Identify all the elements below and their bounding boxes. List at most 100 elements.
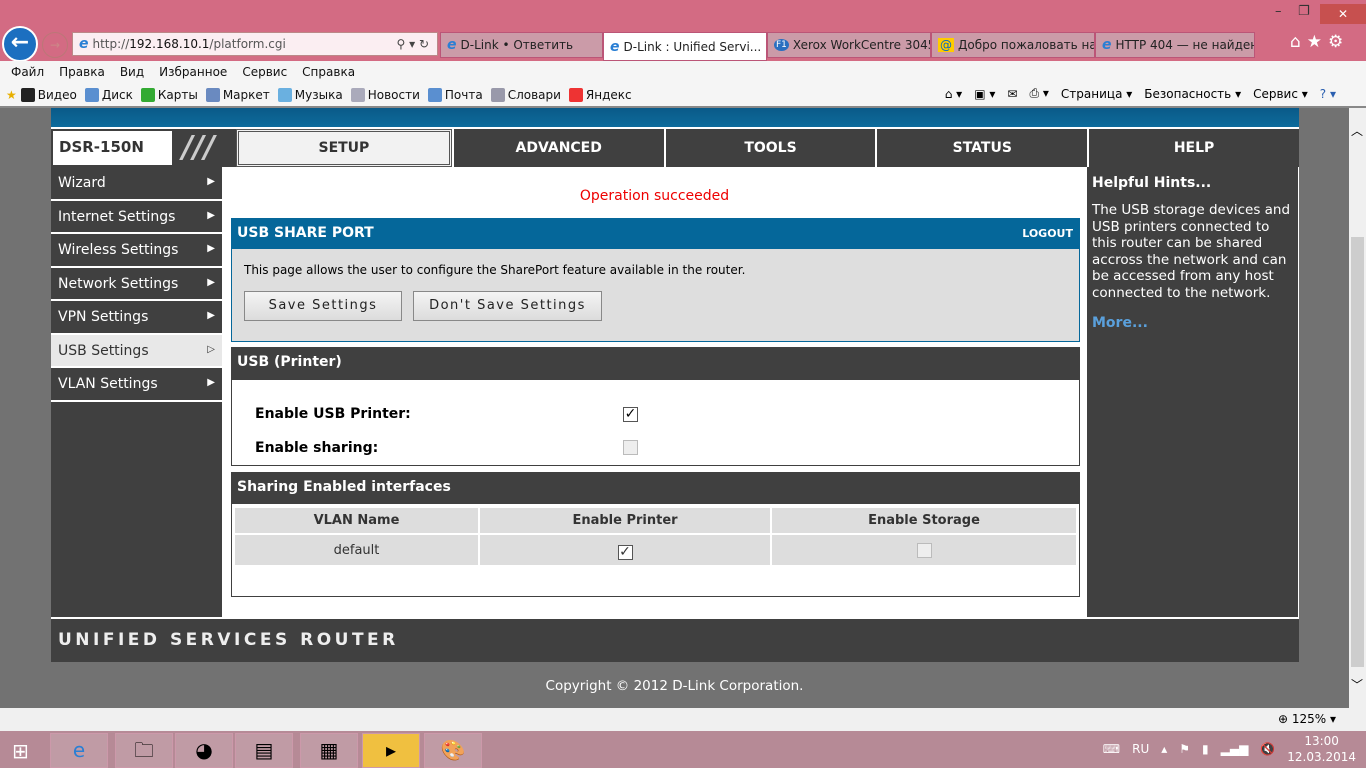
- model-logo: DSR-150N///: [51, 129, 236, 167]
- scroll-down-icon[interactable]: ﹀: [1351, 676, 1363, 693]
- save-settings-button[interactable]: Save Settings: [244, 291, 402, 321]
- enable-sharing-checkbox[interactable]: [623, 440, 638, 455]
- tab-help[interactable]: HELP: [1087, 129, 1299, 167]
- sidebar-item-internet[interactable]: Internet Settings ▶: [51, 200, 222, 234]
- home-icon[interactable]: ⌂ ▾: [945, 87, 962, 101]
- command-bar: ⌂ ▾ ▣ ▾ ✉ ⎙ ▾ Страница ▾ Безопасность ▾ Серви…: [945, 86, 1336, 101]
- enable-sharing-label: Enable sharing:: [255, 440, 379, 456]
- taskbar-browser-icon[interactable]: ◕: [175, 733, 233, 768]
- volume-muted-icon[interactable]: 🔇: [1260, 742, 1275, 756]
- fav-mail[interactable]: Почта: [427, 87, 483, 102]
- tab-advanced[interactable]: ADVANCED: [451, 129, 664, 167]
- fav-maps[interactable]: Карты: [140, 87, 198, 102]
- tab-4[interactable]: @Добро пожаловать на ...: [931, 32, 1095, 58]
- fav-market[interactable]: Маркет: [205, 87, 270, 102]
- tab-tools[interactable]: TOOLS: [663, 129, 876, 167]
- keyboard-icon[interactable]: ⌨: [1103, 742, 1120, 756]
- taskbar: ⊞ e 🗀 ◕ ▤ ▦ ▸ 🎨 ⌨ RU ▴ ⚑ ▮ ▂▄▆ 🔇 13:00 12…: [0, 731, 1366, 768]
- sharing-section: Sharing Enabled interfaces VLAN Name Enab…: [231, 472, 1080, 597]
- taskbar-control-panel-icon[interactable]: ▦: [300, 733, 358, 768]
- clock[interactable]: 13:00 12.03.2014: [1287, 733, 1356, 765]
- fav-disk[interactable]: Диск: [84, 87, 133, 102]
- tab-5[interactable]: e HTTP 404 — не найдено: [1095, 32, 1255, 58]
- forward-button[interactable]: →: [42, 32, 68, 58]
- sidebar-item-vlan[interactable]: VLAN Settings ▶: [51, 368, 222, 402]
- dont-save-settings-button[interactable]: Don't Save Settings: [413, 291, 602, 321]
- tab-status[interactable]: STATUS: [875, 129, 1087, 167]
- address-prefix: http://: [92, 37, 130, 51]
- vlan-name-cell: default: [235, 535, 478, 565]
- fav-video[interactable]: Видео: [20, 87, 77, 102]
- taskbar-ie-icon[interactable]: e: [50, 733, 108, 768]
- menu-view[interactable]: Вид: [120, 65, 144, 79]
- logout-link[interactable]: LOGOUT: [1022, 227, 1073, 240]
- page-menu[interactable]: Страница ▾: [1061, 87, 1132, 101]
- back-button[interactable]: ←: [2, 26, 38, 62]
- tab-label: D-Link : Unified Servi...: [623, 39, 762, 54]
- sidebar-item-wizard[interactable]: Wizard ▶: [51, 167, 222, 201]
- hints-text: The USB storage devices and USB printers…: [1092, 202, 1291, 301]
- close-window-button[interactable]: ✕: [1320, 4, 1366, 24]
- menu-edit[interactable]: Правка: [59, 65, 105, 79]
- taskbar-powershell-icon[interactable]: ▸: [362, 733, 420, 768]
- taskbar-explorer-icon[interactable]: 🗀: [115, 733, 173, 768]
- row-printer-checkbox[interactable]: ✓: [617, 544, 633, 560]
- menu-help[interactable]: Справка: [302, 65, 355, 79]
- taskbar-app-icon[interactable]: ▤: [235, 733, 293, 768]
- table-row: default ✓: [235, 535, 1076, 565]
- menu-file[interactable]: Файл: [11, 65, 44, 79]
- tab-3[interactable]: F1Xerox WorkCentre 3045...: [767, 32, 931, 58]
- taskbar-paint-icon[interactable]: 🎨: [424, 733, 482, 768]
- fav-news[interactable]: Новости: [350, 87, 420, 102]
- tab-label: Xerox WorkCentre 3045...: [792, 38, 930, 52]
- tab-label: Добро пожаловать на ...: [958, 38, 1094, 52]
- scroll-up-icon[interactable]: ︿: [1351, 122, 1363, 139]
- arrow-right-icon: ▶: [207, 377, 215, 388]
- fav-dictionaries[interactable]: Словари: [490, 87, 561, 102]
- search-refresh-icon[interactable]: ⚲ ▾ ↻: [397, 37, 430, 51]
- sidebar-item-vpn[interactable]: VPN Settings ▶: [51, 301, 222, 335]
- row-storage-checkbox[interactable]: [916, 542, 932, 558]
- signal-icon[interactable]: ▂▄▆: [1221, 742, 1249, 756]
- print-icon[interactable]: ⎙ ▾: [1029, 86, 1048, 101]
- flag-icon[interactable]: ⚑: [1179, 742, 1190, 756]
- address-bar[interactable]: e http://192.168.10.1/platform.cgi ⚲ ▾ ↻: [72, 32, 438, 56]
- status-bar: [0, 708, 1366, 731]
- helpful-hints: Helpful Hints... The USB storage devices…: [1087, 167, 1298, 617]
- start-windows-icon[interactable]: ⊞: [12, 739, 29, 763]
- enable-printer-checkbox[interactable]: ✓: [623, 407, 638, 422]
- help-icon[interactable]: ? ▾: [1320, 87, 1336, 101]
- menu-bar: Файл Правка Вид Избранное Сервис Справка: [0, 61, 1366, 83]
- rss-icon[interactable]: ▣ ▾: [974, 87, 995, 101]
- zoom-level[interactable]: ⊕ 125% ▾: [1278, 712, 1336, 726]
- tools-menu[interactable]: Сервис ▾: [1253, 87, 1308, 101]
- col-vlan-name: VLAN Name: [235, 508, 478, 533]
- mail-icon[interactable]: ✉: [1007, 87, 1017, 101]
- scrollbar-thumb[interactable]: [1351, 237, 1364, 667]
- top-nav: DSR-150N/// SETUP ADVANCED TOOLS STATUS …: [51, 129, 1299, 167]
- menu-tools[interactable]: Сервис: [242, 65, 287, 79]
- sidebar-item-network[interactable]: Network Settings ▶: [51, 267, 222, 301]
- tab-2-active[interactable]: eD-Link : Unified Servi...✕: [603, 32, 767, 61]
- menu-favorites[interactable]: Избранное: [159, 65, 227, 79]
- footer-brand: UNIFIED SERVICES ROUTER: [51, 619, 1299, 662]
- minimize-button[interactable]: –: [1275, 4, 1282, 19]
- fav-music[interactable]: Музыка: [277, 87, 343, 102]
- tab-setup[interactable]: SETUP: [236, 129, 452, 167]
- fav-yandex[interactable]: Яндекс: [568, 87, 632, 102]
- more-link[interactable]: More...: [1092, 315, 1293, 331]
- safety-menu[interactable]: Безопасность ▾: [1144, 87, 1241, 101]
- battery-icon[interactable]: ▮: [1202, 742, 1209, 756]
- tab-1[interactable]: e D-Link • Ответить: [440, 32, 603, 58]
- sidebar: Wizard ▶ Internet Settings ▶ Wireless Sett…: [51, 167, 222, 617]
- favorites-star-icon[interactable]: ★: [6, 88, 17, 102]
- language-indicator[interactable]: RU: [1132, 742, 1149, 756]
- home-favorites-gear-icons[interactable]: ⌂★⚙: [1290, 32, 1349, 52]
- tray-expand-icon[interactable]: ▴: [1161, 742, 1167, 756]
- sidebar-item-usb[interactable]: USB Settings ▷: [51, 334, 222, 368]
- restore-button[interactable]: ❐: [1298, 4, 1310, 19]
- sidebar-item-wireless[interactable]: Wireless Settings ▶: [51, 234, 222, 268]
- header-banner: [51, 108, 1299, 127]
- tab-label: HTTP 404 — не найдено: [1115, 38, 1255, 52]
- hints-title: Helpful Hints...: [1092, 175, 1212, 191]
